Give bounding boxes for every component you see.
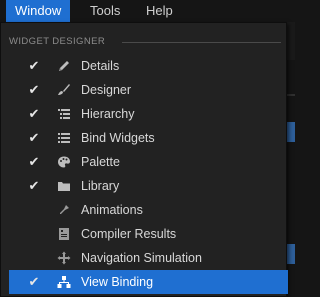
menu-item-label: Compiler Results xyxy=(81,227,177,241)
menu-item-label: Palette xyxy=(81,155,120,169)
menu-item-navigation-simulation[interactable]: Navigation Simulation xyxy=(9,246,288,270)
check-icon: ✔ xyxy=(28,178,40,193)
pencil-icon xyxy=(57,59,71,73)
menu-item-bind-widgets[interactable]: ✔ Bind Widgets xyxy=(9,126,288,150)
palette-icon xyxy=(57,155,71,169)
menu-window[interactable]: Window xyxy=(6,0,71,22)
menu-item-compiler-results[interactable]: Compiler Results xyxy=(9,222,288,246)
menu-item-label: Animations xyxy=(81,203,143,217)
menu-item-hierarchy[interactable]: ✔ Hierarchy xyxy=(9,102,288,126)
menu-item-label: Designer xyxy=(81,83,132,97)
menu-item-label: Bind Widgets xyxy=(81,131,155,145)
app-window: T Window Tools Help WIDGET DESIGNER ✔ De… xyxy=(0,0,295,297)
compiler-icon xyxy=(57,227,71,241)
network-icon xyxy=(57,275,71,289)
menu-item-label: Navigation Simulation xyxy=(81,251,202,265)
bind-list-icon xyxy=(57,131,71,145)
menu-item-designer[interactable]: ✔ Designer xyxy=(9,78,288,102)
menu-help[interactable]: Help xyxy=(137,0,182,22)
check-icon: ✔ xyxy=(28,274,40,289)
menubar: Window Tools Help xyxy=(0,0,295,22)
check-icon: ✔ xyxy=(28,58,40,73)
section-divider xyxy=(122,42,281,43)
check-icon: ✔ xyxy=(28,154,40,169)
check-icon: ✔ xyxy=(28,130,40,145)
menu-item-library[interactable]: ✔ Library xyxy=(9,174,288,198)
menu-tools[interactable]: Tools xyxy=(81,0,129,22)
menu-item-details[interactable]: ✔ Details xyxy=(9,54,288,78)
menu-item-view-binding[interactable]: ✔ View Binding xyxy=(9,270,288,294)
brush-icon xyxy=(57,83,71,97)
check-icon: ✔ xyxy=(28,106,40,121)
menu-item-palette[interactable]: ✔ Palette xyxy=(9,150,288,174)
section-header-widget-designer: WIDGET DESIGNER xyxy=(9,36,106,47)
menu-item-label: View Binding xyxy=(81,275,154,289)
menu-item-label: Library xyxy=(81,179,120,193)
animation-pin-icon xyxy=(57,203,71,217)
menu-item-animations[interactable]: Animations xyxy=(9,198,288,222)
move-arrows-icon xyxy=(57,251,71,265)
menu-item-label: Hierarchy xyxy=(81,107,135,121)
menu-item-label: Details xyxy=(81,59,120,73)
window-dropdown-menu: WIDGET DESIGNER ✔ Details ✔ Designer ✔ H… xyxy=(0,22,288,297)
hierarchy-list-icon xyxy=(57,107,71,121)
check-icon: ✔ xyxy=(28,82,40,97)
folder-icon xyxy=(57,179,71,193)
